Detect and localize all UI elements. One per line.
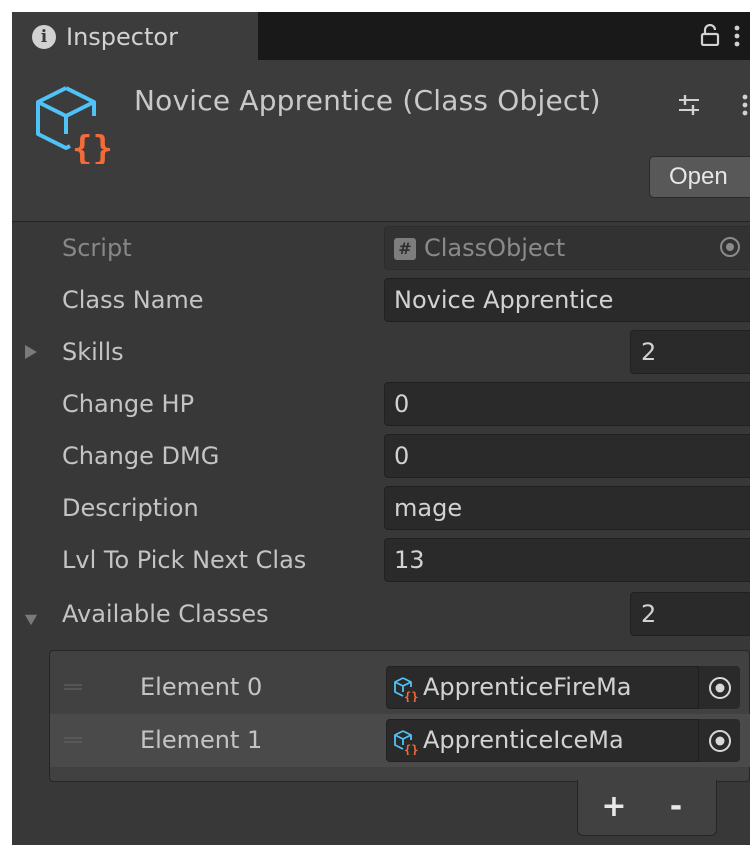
script-value: ClassObject [424, 234, 566, 262]
scriptable-object-icon: {} [394, 730, 418, 755]
svg-text:{}: {} [404, 690, 418, 702]
foldout-collapsed-icon[interactable] [24, 344, 38, 360]
object-picker-button[interactable] [698, 719, 740, 762]
skills-label[interactable]: Skills [62, 326, 124, 378]
object-picker-icon [720, 237, 740, 257]
property-change-hp: Change HP 0 [12, 378, 750, 430]
add-element-button[interactable]: + [596, 792, 632, 824]
element-label: Element 1 [140, 726, 263, 754]
skills-size-input[interactable]: 2 [630, 330, 750, 374]
tab-bar: i Inspector [12, 12, 750, 60]
property-class-name: Class Name Novice Apprentice [12, 274, 750, 326]
object-picker-icon [709, 730, 731, 752]
element-label: Element 0 [140, 673, 263, 701]
description-label: Description [62, 494, 199, 522]
object-field-value: ApprenticeFireMa [423, 673, 632, 701]
property-script: Script # ClassObject [12, 222, 750, 274]
list-footer: + - [577, 780, 717, 836]
list-item: Element 0 {} ApprenticeFireMa [50, 661, 750, 714]
change-hp-input[interactable]: 0 [384, 382, 750, 426]
settings-sliders-icon[interactable] [677, 94, 701, 116]
object-picker-button[interactable] [698, 666, 740, 709]
object-picker-icon [709, 677, 731, 699]
lvl-to-pick-label: Lvl To Pick Next Clas [62, 546, 307, 574]
drag-handle-icon[interactable] [64, 736, 82, 744]
property-lvl-to-pick: Lvl To Pick Next Clas 13 [12, 534, 750, 586]
property-skills: Skills 2 [12, 326, 750, 378]
change-dmg-label: Change DMG [62, 442, 220, 470]
object-field[interactable]: {} ApprenticeFireMa [386, 666, 716, 709]
inspector-header: {} Novice Apprentice (Class Object) Open [12, 60, 750, 222]
change-hp-label: Change HP [62, 390, 195, 418]
change-dmg-input[interactable]: 0 [384, 434, 750, 478]
context-menu-icon[interactable] [742, 94, 748, 116]
object-field-value: ApprenticeIceMa [423, 726, 624, 754]
drag-handle-icon[interactable] [64, 683, 82, 691]
property-change-dmg: Change DMG 0 [12, 430, 750, 482]
lock-icon[interactable] [700, 24, 720, 46]
scriptable-object-icon: {} [36, 86, 113, 164]
tab-title: Inspector [66, 23, 178, 51]
tab-inspector[interactable]: i Inspector [12, 12, 258, 60]
svg-text:{}: {} [72, 129, 113, 164]
open-button[interactable]: Open [649, 156, 750, 198]
asset-title: Novice Apprentice (Class Object) [134, 84, 601, 117]
script-field: # ClassObject [384, 226, 750, 270]
class-name-label: Class Name [62, 286, 204, 314]
scriptable-object-icon: {} [394, 677, 418, 702]
property-available-classes: Available Classes 2 [12, 592, 750, 646]
available-classes-list: Element 0 {} ApprenticeFireMa Element 1 … [49, 650, 750, 782]
class-name-input[interactable]: Novice Apprentice [384, 278, 750, 322]
available-classes-label[interactable]: Available Classes [62, 588, 269, 640]
svg-text:{}: {} [404, 743, 418, 755]
available-classes-size-input[interactable]: 2 [630, 592, 750, 636]
more-menu-icon[interactable] [734, 25, 740, 47]
list-item: Element 1 {} ApprenticeIceMa [50, 714, 750, 767]
script-label: Script [62, 234, 132, 262]
foldout-expanded-icon[interactable] [24, 612, 38, 628]
inspector-window: i Inspector {} Novice Apprentice (Class … [12, 12, 750, 845]
remove-element-button[interactable]: - [658, 792, 694, 824]
csharp-script-icon: # [394, 238, 416, 260]
description-input[interactable]: mage [384, 486, 750, 530]
lvl-to-pick-input[interactable]: 13 [384, 538, 750, 582]
property-description: Description mage [12, 482, 750, 534]
info-icon: i [32, 25, 56, 49]
object-field[interactable]: {} ApprenticeIceMa [386, 719, 716, 762]
